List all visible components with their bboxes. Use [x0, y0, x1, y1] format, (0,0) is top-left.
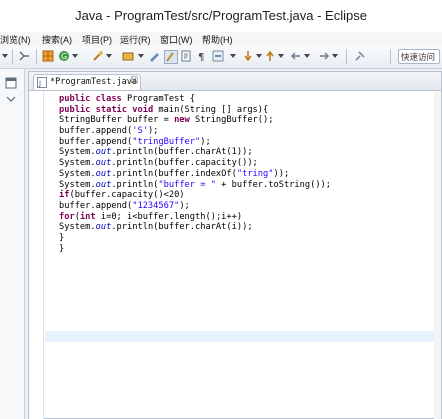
- menu-window[interactable]: 窗口(W): [160, 33, 193, 46]
- menu-run[interactable]: 运行(R): [120, 33, 151, 46]
- editor-tab-strip: J *ProgramTest.java ☒: [29, 72, 441, 91]
- window-titlebar: Java - ProgramTest/src/ProgramTest.java …: [0, 0, 442, 33]
- chevron-down-icon[interactable]: [72, 54, 78, 58]
- hierarchy-icon[interactable]: [18, 50, 30, 62]
- restore-view-icon[interactable]: [5, 77, 17, 89]
- editor-icon[interactable]: [148, 50, 160, 62]
- code-line: for(int i=0; i<buffer.length();i++): [59, 211, 243, 222]
- chevron-down-icon[interactable]: [2, 54, 8, 58]
- menu-help[interactable]: 帮助(H): [202, 33, 233, 46]
- menu-project[interactable]: 项目(P): [82, 33, 112, 46]
- chevron-down-icon[interactable]: [256, 54, 262, 58]
- mark-occurrences-icon[interactable]: [164, 50, 178, 64]
- search-icon[interactable]: [122, 50, 134, 62]
- code-line: public class ProgramTest {: [59, 94, 196, 104]
- svg-text:J: J: [38, 80, 41, 88]
- back-icon[interactable]: [290, 50, 302, 62]
- code-line: System.out.println(buffer.capacity());: [59, 158, 258, 169]
- toolbar-separator: [390, 49, 391, 64]
- java-editor[interactable]: J *ProgramTest.java ☒ public class Progr…: [28, 71, 442, 419]
- quick-access-input[interactable]: 快速访问: [398, 49, 440, 64]
- next-annotation-icon[interactable]: [242, 50, 254, 62]
- chevron-down-icon[interactable]: [230, 54, 236, 58]
- chevron-down-icon[interactable]: [278, 54, 284, 58]
- code-line: System.out.println("buffer = " + buffer.…: [59, 179, 332, 190]
- code-line: buffer.append("tringBuffer");: [59, 136, 211, 147]
- prev-annotation-icon[interactable]: [264, 50, 276, 62]
- code-line: if(buffer.capacity()<20): [59, 190, 185, 201]
- menu-search[interactable]: 搜索(A): [42, 33, 72, 46]
- code-editor[interactable]: public class ProgramTest {public static …: [59, 94, 331, 254]
- tab-programtest-java[interactable]: J *ProgramTest.java ☒: [33, 74, 141, 90]
- tab-label: *ProgramTest.java: [50, 77, 137, 87]
- menu-navigate[interactable]: 浏览(N): [0, 33, 31, 46]
- code-line: System.out.println(buffer.indexOf("tring…: [59, 168, 290, 179]
- chevron-down-icon[interactable]: [106, 54, 112, 58]
- code-line: System.out.println(buffer.charAt(i));: [59, 222, 253, 233]
- code-line: buffer.append("1234567");: [59, 200, 190, 211]
- svg-text:¶: ¶: [198, 52, 204, 62]
- code-line: public static void main(String [] args){: [59, 104, 269, 115]
- chevron-down-icon[interactable]: [304, 54, 310, 58]
- chevron-down-icon[interactable]: [138, 54, 144, 58]
- code-line: StringBuffer buffer = new StringBuffer()…: [59, 115, 274, 126]
- svg-text:G: G: [61, 52, 67, 61]
- window-title: Java - ProgramTest/src/ProgramTest.java …: [75, 8, 367, 23]
- vertical-scrollbar[interactable]: [434, 91, 441, 419]
- java-file-icon: J: [37, 77, 47, 88]
- chevron-down-icon[interactable]: [332, 54, 338, 58]
- toolbar-separator: [346, 49, 347, 64]
- code-line: }: [59, 243, 65, 254]
- close-icon[interactable]: ☒: [130, 76, 138, 86]
- code-line: buffer.append('S');: [59, 126, 159, 137]
- editor-ruler: [29, 91, 44, 419]
- code-line: System.out.println(buffer.charAt(1));: [59, 147, 253, 158]
- annotation-icon[interactable]: [180, 50, 192, 62]
- open-type-icon[interactable]: [92, 50, 104, 62]
- code-line: }: [59, 232, 65, 243]
- toolbar-separator: [12, 49, 13, 64]
- run-icon[interactable]: G: [58, 50, 70, 62]
- chevron-down-icon[interactable]: [6, 95, 16, 103]
- menu-bar: 浏览(N) 搜索(A) 项目(P) 运行(R) 窗口(W) 帮助(H): [0, 32, 442, 46]
- toolbar-separator: [36, 49, 37, 64]
- minimized-panel: [0, 69, 25, 419]
- pin-icon[interactable]: [354, 50, 366, 62]
- pilcrow-icon[interactable]: ¶: [196, 50, 208, 62]
- current-line-highlight: [45, 331, 441, 342]
- main-toolbar: G ¶: [0, 46, 442, 69]
- show-whitespace-icon[interactable]: [212, 50, 224, 62]
- build-icon[interactable]: [42, 50, 54, 62]
- forward-icon[interactable]: [318, 50, 330, 62]
